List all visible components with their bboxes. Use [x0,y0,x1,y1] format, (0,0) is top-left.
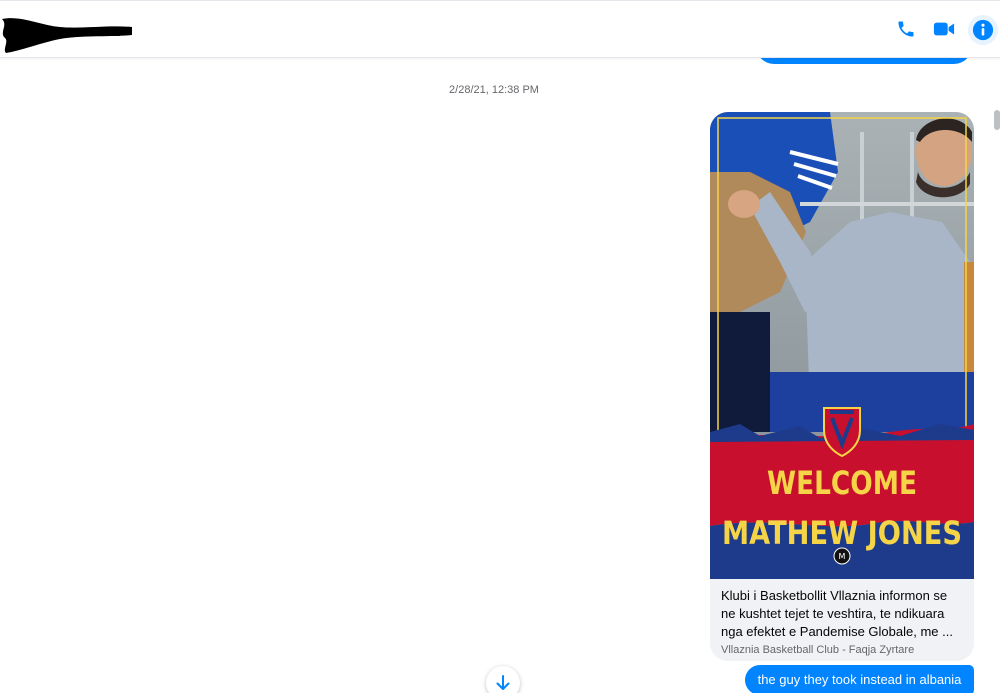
redacted-contact-name [2,18,132,53]
conversation-header [0,0,1000,58]
image-caption-line-2: MATHEW JONES [722,514,962,552]
svg-text:M: M [839,552,846,561]
link-source: Vllaznia Basketball Club - Faqja Zyrtare [721,644,915,656]
conversation-info-button[interactable] [968,15,998,45]
previous-message-bubble[interactable] [756,58,972,64]
sent-message-bubble[interactable]: the guy they took instead in albania [745,665,974,693]
message-list[interactable]: 2/28/21, 12:38 PM M WELCOME MATHEW JONES… [0,58,994,693]
info-icon [972,19,994,41]
shared-link-card[interactable]: M WELCOME MATHEW JONES Klubi i Basketbol… [710,112,974,661]
audio-call-button[interactable] [892,15,920,43]
phone-icon [898,21,914,37]
video-camera-icon [933,22,955,36]
scroll-to-bottom-button[interactable] [486,666,520,693]
message-timestamp: 2/28/21, 12:38 PM [449,84,539,96]
image-caption-line-1: WELCOME [767,464,917,502]
message-list-scrollbar[interactable] [994,58,1000,693]
arrow-down-icon [496,675,510,690]
link-description: Klubi i Basketbollit Vllaznia informon s… [721,588,953,639]
link-preview-text[interactable]: Klubi i Basketbollit Vllaznia informon s… [710,579,974,661]
link-preview-image: M WELCOME MATHEW JONES [710,112,974,579]
messenger-window: 2/28/21, 12:38 PM M WELCOME MATHEW JONES… [0,0,1000,693]
scrollbar-thumb[interactable] [994,110,1000,130]
video-call-button[interactable] [930,15,958,43]
